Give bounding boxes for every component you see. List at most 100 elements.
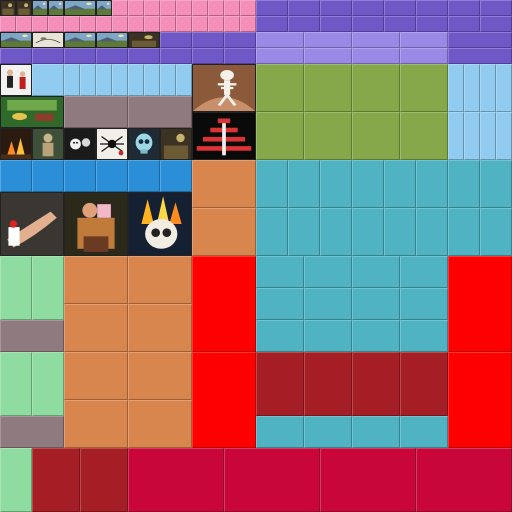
swatch-light-blue	[32, 64, 64, 96]
swatch-pink	[48, 16, 64, 32]
swatch-teal	[480, 208, 512, 256]
thumb-row1-3	[32, 0, 48, 16]
swatch-light-blue	[480, 112, 496, 160]
swatch-red	[448, 352, 512, 448]
swatch-teal	[304, 288, 352, 320]
swatch-crimson	[128, 448, 224, 512]
swatch-teal	[384, 208, 416, 256]
swatch-light-blue	[496, 112, 512, 160]
swatch-olive	[256, 112, 304, 160]
swatch-purple	[256, 0, 288, 16]
swatch-teal	[320, 208, 352, 256]
swatch-teal	[256, 256, 304, 288]
thumb-row1-5	[64, 0, 96, 16]
swatch-purple	[384, 16, 416, 32]
thumb-misc	[160, 128, 192, 160]
swatch-pink	[0, 16, 16, 32]
swatch-pink	[96, 16, 112, 32]
swatch-pink	[32, 16, 48, 32]
swatch-dark-red	[352, 352, 400, 416]
swatch-purple	[96, 48, 128, 64]
thumb-statue	[32, 128, 64, 160]
swatch-purple	[352, 0, 384, 16]
swatch-light-blue	[96, 64, 112, 96]
texture-atlas	[0, 0, 512, 512]
swatch-orange	[64, 256, 128, 304]
swatch-olive	[352, 64, 400, 112]
thumb-faces	[64, 128, 96, 160]
swatch-teal	[256, 160, 288, 208]
thumb-skull-blue	[128, 128, 160, 160]
swatch-orange	[64, 400, 128, 448]
swatch-teal	[416, 160, 448, 208]
swatch-teal	[480, 160, 512, 208]
thumb-row2-3	[64, 32, 96, 48]
swatch-lavender	[352, 32, 400, 48]
swatch-purple	[192, 48, 224, 64]
swatch-blue	[32, 160, 64, 192]
swatch-mint	[0, 256, 32, 320]
swatch-mint	[0, 448, 32, 512]
swatch-pink	[144, 16, 160, 32]
swatch-pink	[240, 16, 256, 32]
swatch-purple	[224, 32, 256, 48]
swatch-teal	[416, 208, 448, 256]
swatch-purple	[416, 0, 448, 16]
swatch-purple	[32, 48, 64, 64]
swatch-teal	[256, 208, 288, 256]
swatch-teal	[352, 416, 400, 448]
swatch-light-blue	[112, 64, 128, 96]
swatch-pink	[224, 16, 240, 32]
swatch-purple	[128, 48, 160, 64]
swatch-blue	[160, 160, 192, 192]
swatch-pink	[128, 16, 144, 32]
swatch-pink	[160, 16, 176, 32]
swatch-light-blue	[464, 64, 480, 112]
swatch-lavender	[352, 48, 400, 64]
swatch-purple	[160, 32, 192, 48]
swatch-pink	[112, 0, 128, 16]
swatch-dark-red	[400, 352, 448, 416]
swatch-purple	[0, 48, 32, 64]
swatch-teal	[288, 208, 320, 256]
swatch-purple	[416, 16, 448, 32]
swatch-purple	[160, 48, 192, 64]
thumb-pyramid-game	[192, 112, 256, 160]
swatch-teal	[448, 160, 480, 208]
swatch-pink	[240, 0, 256, 16]
swatch-light-blue	[448, 112, 464, 160]
swatch-pink	[80, 16, 96, 32]
swatch-purple	[480, 16, 512, 32]
swatch-orange	[192, 208, 256, 256]
swatch-orange	[64, 352, 128, 400]
swatch-orange	[128, 304, 192, 352]
thumb-row1-6	[96, 0, 112, 16]
swatch-pink	[192, 16, 208, 32]
swatch-crimson	[320, 448, 416, 512]
swatch-blue	[128, 160, 160, 192]
swatch-mauve	[0, 320, 64, 352]
swatch-teal	[256, 416, 304, 448]
thumb-skeleton-painting	[192, 64, 256, 112]
swatch-light-blue	[496, 64, 512, 112]
swatch-purple	[480, 0, 512, 16]
swatch-pink	[208, 16, 224, 32]
swatch-orange	[128, 256, 192, 304]
swatch-blue	[64, 160, 96, 192]
swatch-teal	[400, 320, 448, 352]
thumb-row1-1	[0, 0, 16, 16]
swatch-olive	[256, 64, 304, 112]
swatch-light-blue	[80, 64, 96, 96]
swatch-pink	[160, 0, 176, 16]
swatch-pink	[112, 16, 128, 32]
swatch-purple	[224, 48, 256, 64]
swatch-teal	[304, 416, 352, 448]
swatch-orange	[64, 304, 128, 352]
swatch-blue	[96, 160, 128, 192]
swatch-light-blue	[128, 64, 144, 96]
swatch-purple	[448, 32, 512, 48]
swatch-pink	[208, 0, 224, 16]
swatch-teal	[400, 256, 448, 288]
swatch-light-blue	[448, 64, 464, 112]
swatch-purple	[448, 0, 480, 16]
